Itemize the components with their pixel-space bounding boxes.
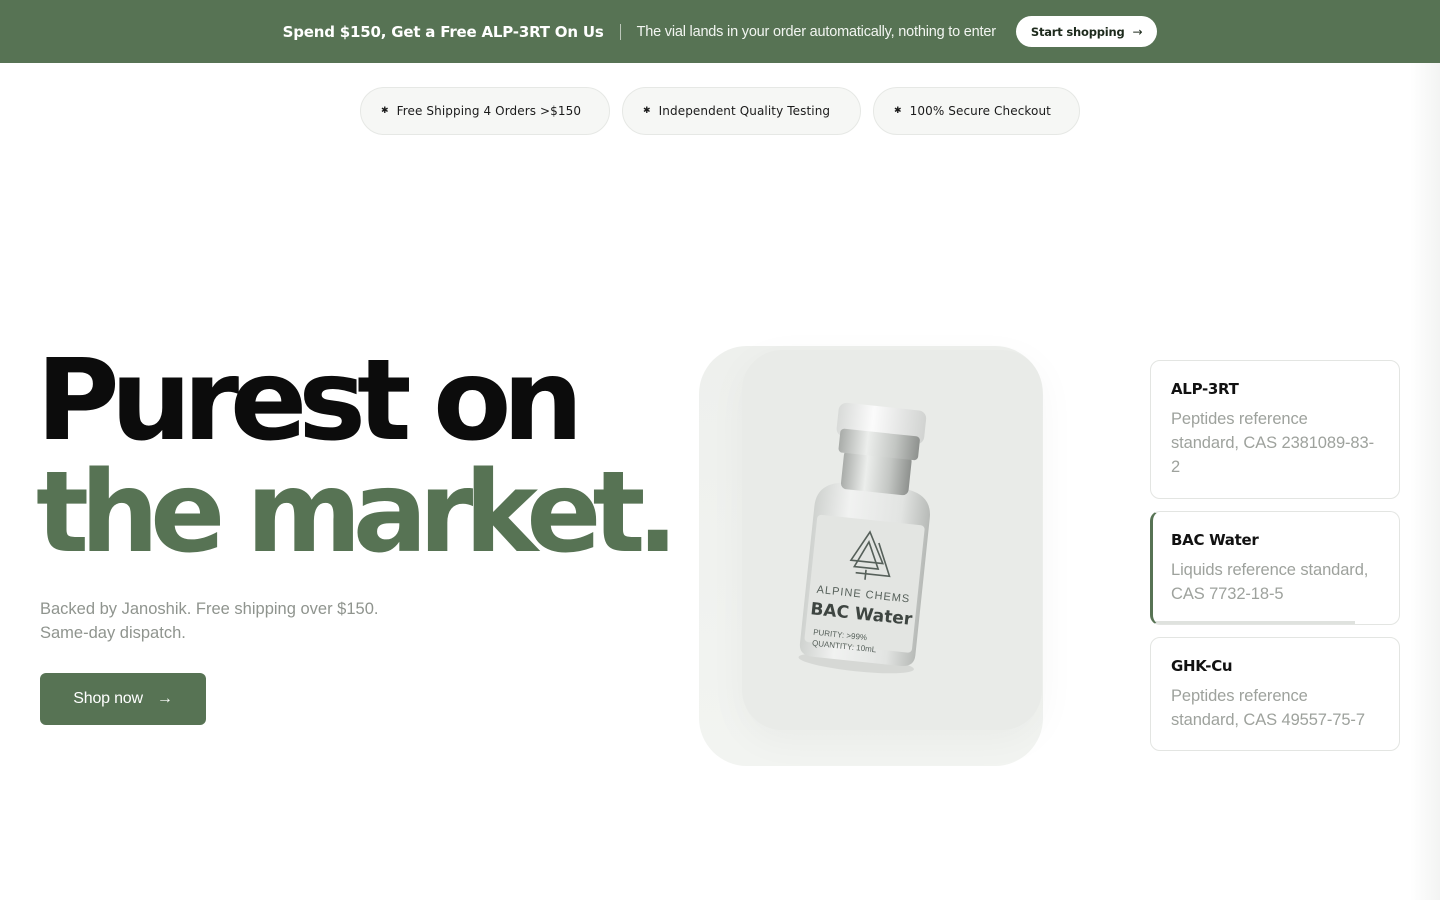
hero-headline-line2: the market. (36, 448, 679, 578)
product-card-ghk-cu[interactable]: GHK-Cu Peptides reference standard, CAS … (1150, 637, 1400, 751)
product-card-title: BAC Water (1171, 531, 1259, 549)
start-shopping-label: Start shopping (1030, 24, 1125, 39)
hero-subtext-line1: Backed by Janoshik. Free shipping over $… (40, 600, 379, 618)
promo-divider (619, 23, 621, 40)
arrow-right-icon: → (156, 690, 173, 707)
vial-illustration: ALPINE CHEMS BAC Water PURITY: >99% QUAN… (798, 402, 930, 674)
product-card-description: Peptides reference standard, CAS 2381089… (1171, 410, 1374, 476)
right-edge-fade (1410, 63, 1440, 900)
product-card-progress (1153, 621, 1355, 624)
trust-pill-testing: ✱ Independent Quality Testing (622, 87, 861, 135)
promo-title: Spend $150, Get a Free ALP-3RT On Us (282, 22, 604, 41)
trust-pill-shipping: ✱ Free Shipping 4 Orders >$150 (360, 87, 610, 135)
product-card-title: GHK-Cu (1171, 657, 1233, 675)
product-card-alp-3rt[interactable]: ALP-3RT Peptides reference standard, CAS… (1150, 360, 1400, 499)
hero-subtext: Backed by Janoshik. Free shipping over $… (40, 597, 440, 645)
promo-subtitle: The vial lands in your order automatical… (636, 23, 996, 40)
product-card-bac-water[interactable]: BAC Water Liquids reference standard, CA… (1150, 511, 1400, 625)
hero-headline-line1: Purest on (36, 336, 584, 466)
hero-subtext-line2: Same-day dispatch. (40, 624, 186, 642)
product-card-title: ALP-3RT (1171, 380, 1239, 398)
trust-pill-checkout: ✱ 100% Secure Checkout (873, 87, 1080, 135)
product-card-description: Liquids reference standard, CAS 7732-18-… (1171, 561, 1369, 603)
star-icon: ✱ (643, 106, 651, 116)
start-shopping-button[interactable]: Start shopping → (1015, 16, 1158, 47)
trust-pill-label: Free Shipping 4 Orders >$150 (396, 104, 582, 118)
promo-banner: Spend $150, Get a Free ALP-3RT On Us The… (0, 0, 1440, 63)
trust-pill-label: 100% Secure Checkout (909, 104, 1051, 118)
star-icon: ✱ (894, 106, 902, 116)
arrow-right-icon: → (1132, 24, 1143, 39)
shop-now-button[interactable]: Shop now → (40, 673, 206, 725)
product-card-description: Peptides reference standard, CAS 49557-7… (1171, 687, 1365, 729)
product-image-vial: ALPINE CHEMS BAC Water PURITY: >99% QUAN… (790, 392, 950, 677)
star-icon: ✱ (381, 106, 389, 116)
shop-now-label: Shop now (73, 690, 143, 707)
trust-pill-label: Independent Quality Testing (658, 104, 831, 118)
